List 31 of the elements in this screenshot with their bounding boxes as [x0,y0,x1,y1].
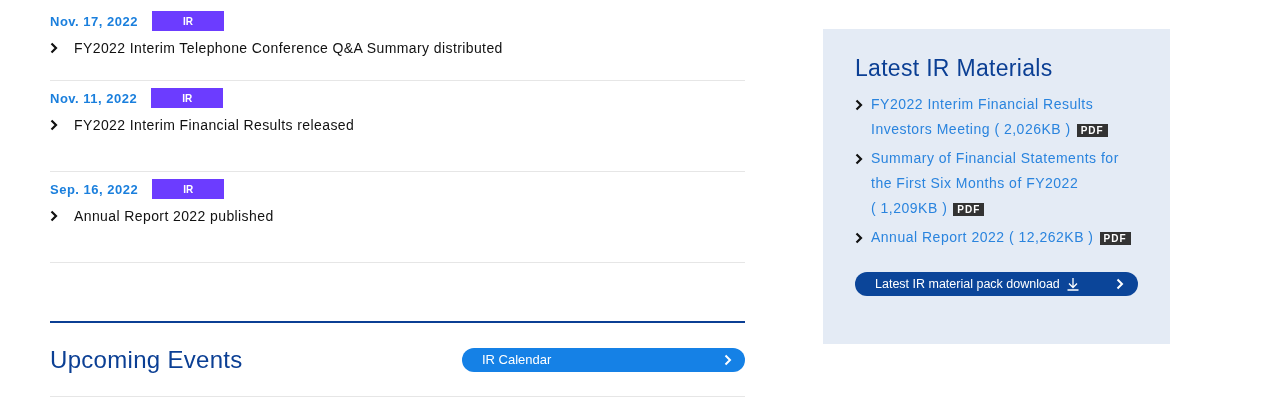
download-button[interactable]: Latest IR material pack download [855,272,1138,296]
pdf-badge: PDF [953,203,985,216]
pdf-badge: PDF [1076,124,1108,137]
chevron-right-icon [855,153,863,165]
category-tag: IR [151,88,224,108]
material-link[interactable]: FY2022 Interim Financial Results [871,96,1094,112]
chevron-right-icon [724,353,732,366]
category-tag: IR [151,11,224,31]
chevron-right-icon [50,210,58,222]
news-link[interactable]: Annual Report 2022 published [50,208,745,224]
news-link[interactable]: FY2022 Interim Financial Results released [50,117,745,133]
material-link[interactable]: Annual Report 2022 ( 12,262KB ) [871,229,1094,245]
news-date: Sep. 16, 2022 [50,181,139,197]
ir-calendar-button[interactable]: IR Calendar [462,347,745,372]
download-icon [1065,277,1080,291]
material-link[interactable]: ( 1,209KB ) [871,200,948,216]
pdf-badge: PDF [1099,232,1131,245]
chevron-right-icon [1116,278,1124,290]
chevron-right-icon [50,42,58,54]
news-date: Nov. 11, 2022 [50,90,138,106]
material-link[interactable]: Summary of Financial Statements for [871,150,1119,166]
material-link[interactable]: Investors Meeting ( 2,026KB ) [871,121,1071,137]
chevron-right-icon [855,232,863,244]
chevron-right-icon [855,99,863,111]
news-link[interactable]: FY2022 Interim Telephone Conference Q&A Summary distributed [50,40,745,56]
material-link[interactable]: the First Six Months of FY2022 [871,175,1079,191]
news-date: Nov. 17, 2022 [50,13,138,29]
chevron-right-icon [50,119,58,131]
section-heading: Upcoming Events [50,345,243,374]
category-tag: IR [152,179,225,199]
panel-heading: Latest IR Materials [855,55,1054,82]
